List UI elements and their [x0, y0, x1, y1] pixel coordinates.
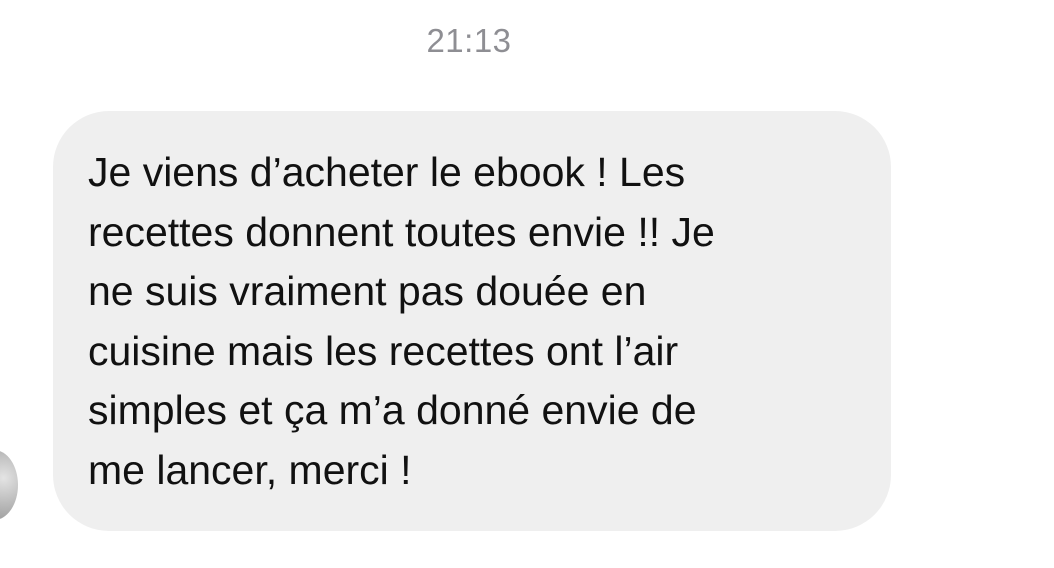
message-line: Je viens d’acheter le ebook ! Les — [88, 149, 686, 195]
sender-avatar[interactable] — [0, 450, 18, 520]
message-text: Je viens d’acheter le ebook ! Les recett… — [88, 143, 878, 500]
message-timestamp: 21:13 — [426, 22, 512, 59]
message-line: me lancer, merci ! — [88, 446, 412, 493]
message-line: recettes donnent toutes envie !! Je — [88, 208, 715, 255]
message-line: ne suis vraiment pas douée en — [88, 268, 647, 314]
chat-screen: 21:13 Je viens d’acheter le ebook ! Les … — [0, 0, 1054, 568]
message-line: cuisine mais les recettes ont l’air — [88, 327, 679, 374]
message-line: simples et ça m’a donné envie de — [88, 387, 697, 433]
